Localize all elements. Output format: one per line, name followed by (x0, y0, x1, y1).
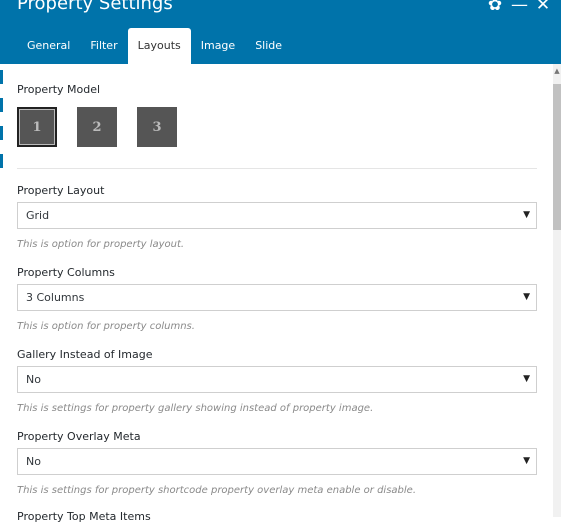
model-option-2[interactable]: 2 (77, 107, 117, 147)
property-columns-hint: This is option for property columns. (17, 321, 195, 332)
chevron-down-icon: ▼ (523, 456, 530, 466)
property-columns-label: Property Columns (17, 266, 115, 279)
overlay-meta-label: Property Overlay Meta (17, 430, 141, 443)
property-layout-value: Grid (26, 209, 50, 222)
tab-general[interactable]: General (17, 28, 80, 64)
property-layout-label: Property Layout (17, 184, 105, 197)
overlay-meta-hint: This is settings for property shortcode … (17, 485, 416, 496)
gallery-instead-label: Gallery Instead of Image (17, 348, 153, 361)
tab-layouts[interactable]: Layouts (127, 28, 191, 64)
background-page-edge (0, 70, 3, 182)
model-option-3[interactable]: 3 (137, 107, 177, 147)
overlay-meta-value: No (26, 455, 41, 468)
scrollbar[interactable]: ▲ (553, 64, 561, 517)
property-model-options: 1 2 3 (17, 107, 177, 147)
property-columns-select[interactable]: 3 Columns ▼ (17, 284, 537, 311)
gallery-instead-value: No (26, 373, 41, 386)
dialog-title: Property Settings (17, 0, 173, 14)
property-layout-select[interactable]: Grid ▼ (17, 202, 537, 229)
model-option-1[interactable]: 1 (17, 107, 57, 147)
minimize-icon[interactable]: — (511, 0, 528, 14)
gear-icon[interactable]: ✿ (487, 0, 503, 14)
scroll-up-icon[interactable]: ▲ (553, 64, 561, 78)
tab-filter[interactable]: Filter (80, 28, 127, 64)
scrollbar-thumb[interactable] (553, 84, 561, 230)
property-layout-hint: This is option for property layout. (17, 239, 185, 250)
layouts-panel: Property Model 1 2 3 Property Layout Gri… (17, 64, 537, 523)
close-icon[interactable]: ✕ (535, 0, 551, 14)
tab-bar: General Filter Layouts Image Slide (17, 28, 292, 64)
chevron-down-icon: ▼ (523, 374, 530, 384)
gallery-instead-select[interactable]: No ▼ (17, 366, 537, 393)
divider (17, 168, 537, 169)
tab-slide[interactable]: Slide (245, 28, 292, 64)
gallery-instead-hint: This is settings for property gallery sh… (17, 403, 374, 414)
dialog-header: Property Settings ✿ — ✕ General Filter L… (0, 0, 561, 64)
tab-image[interactable]: Image (191, 28, 245, 64)
chevron-down-icon: ▼ (523, 210, 530, 220)
overlay-meta-select[interactable]: No ▼ (17, 448, 537, 475)
chevron-down-icon: ▼ (523, 292, 530, 302)
property-model-label: Property Model (17, 83, 101, 96)
property-columns-value: 3 Columns (26, 291, 85, 304)
